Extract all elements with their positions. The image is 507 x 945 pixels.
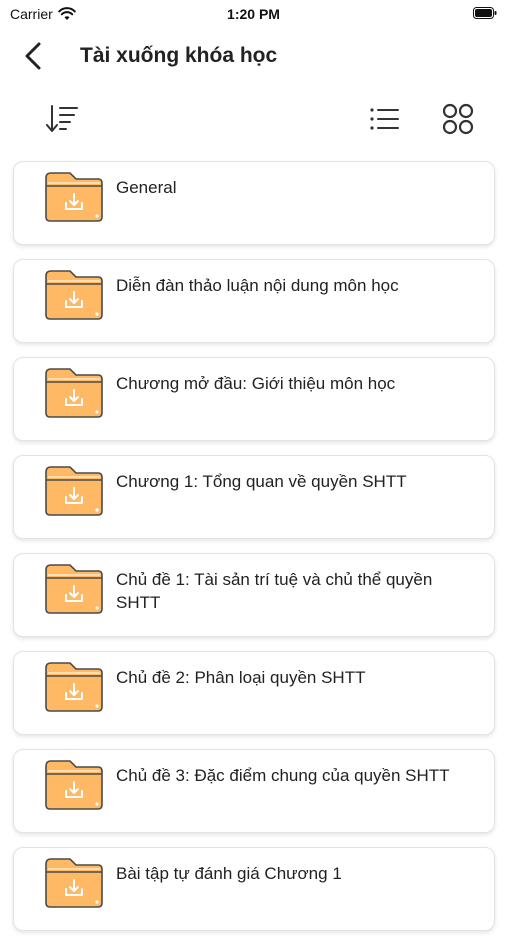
status-bar: Carrier 1:20 PM: [0, 0, 507, 30]
sort-icon[interactable]: [44, 102, 80, 136]
folder-title: Chủ đề 2: Phân loại quyền SHTT: [116, 668, 366, 687]
folder-list-item[interactable]: Chủ đề 1: Tài sản trí tuệ và chủ thể quy…: [13, 553, 495, 637]
folder-list-item[interactable]: Chương 1: Tổng quan về quyền SHTT: [13, 455, 495, 539]
folder-list-item[interactable]: Chủ đề 3: Đặc điểm chung của quyền SHTT: [13, 749, 495, 833]
status-time: 1:20 PM: [227, 6, 280, 22]
folder-download-icon: [45, 368, 103, 418]
folder-download-icon: [45, 858, 103, 908]
folder-download-icon: [45, 270, 103, 320]
folder-list-item[interactable]: Bài tập tự đánh giá Chương 1: [13, 847, 495, 931]
chevron-left-icon[interactable]: [18, 40, 50, 72]
grid-view-icon[interactable]: [441, 102, 475, 136]
battery-icon: [473, 7, 497, 19]
folder-list-item[interactable]: General: [13, 161, 495, 245]
folder-title: Chương mở đầu: Giới thiệu môn học: [116, 374, 396, 393]
folder-title: Diễn đàn thảo luận nội dung môn học: [116, 276, 399, 295]
folder-list-item[interactable]: Chủ đề 2: Phân loại quyền SHTT: [13, 651, 495, 735]
folder-download-icon: [45, 172, 103, 222]
folder-list-item[interactable]: Chương mở đầu: Giới thiệu môn học: [13, 357, 495, 441]
folder-title: Bài tập tự đánh giá Chương 1: [116, 864, 342, 883]
folder-title: Chủ đề 3: Đặc điểm chung của quyền SHTT: [116, 766, 450, 785]
course-folder-list: General Diễn đàn thảo luận nội dung môn …: [13, 161, 495, 945]
folder-download-icon: [45, 662, 103, 712]
page-title: Tài xuống khóa học: [80, 44, 278, 67]
folder-list-item[interactable]: Diễn đàn thảo luận nội dung môn học: [13, 259, 495, 343]
navigation-bar: Tài xuống khóa học: [0, 32, 507, 80]
folder-download-icon: [45, 760, 103, 810]
folder-download-icon: [45, 466, 103, 516]
list-view-icon[interactable]: [368, 104, 400, 134]
folder-title: Chương 1: Tổng quan về quyền SHTT: [116, 472, 407, 491]
toolbar: [0, 96, 507, 144]
folder-download-icon: [45, 564, 103, 614]
folder-title: Chủ đề 1: Tài sản trí tuệ và chủ thể quy…: [116, 570, 433, 612]
folder-title: General: [116, 178, 177, 197]
